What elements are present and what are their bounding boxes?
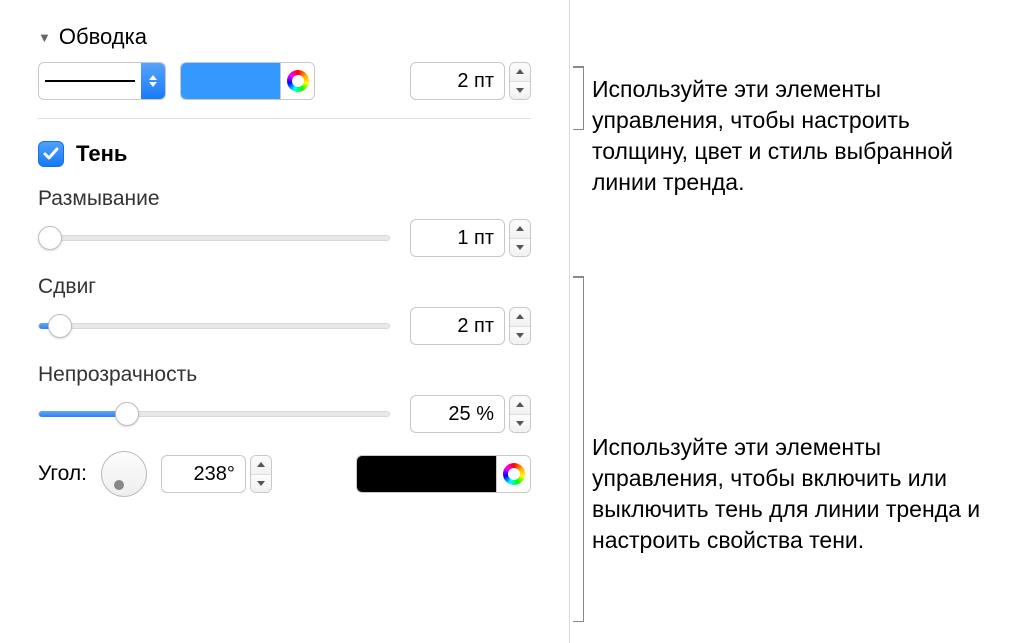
callout-stroke: Используйте эти элементы управления, что… xyxy=(592,74,987,198)
offset-stepper[interactable] xyxy=(509,307,531,345)
blur-slider[interactable] xyxy=(38,235,390,241)
stroke-section-header[interactable]: ▼ Обводка xyxy=(38,24,531,50)
divider xyxy=(38,118,531,119)
disclosure-triangle-icon: ▼ xyxy=(38,30,51,45)
offset-slider[interactable] xyxy=(38,323,390,329)
shadow-title: Тень xyxy=(76,141,127,167)
blur-stepper[interactable] xyxy=(509,219,531,257)
angle-field[interactable] xyxy=(161,455,272,493)
color-picker-button[interactable] xyxy=(280,63,314,99)
opacity-label: Непрозрачность xyxy=(38,363,531,387)
stepper-up-button[interactable] xyxy=(251,456,271,475)
stepper-up-button[interactable] xyxy=(510,220,530,239)
opacity-slider[interactable] xyxy=(38,411,390,417)
stepper-down-button[interactable] xyxy=(251,475,271,493)
angle-stepper[interactable] xyxy=(250,455,272,493)
inspector-panel: ▼ Обводка xyxy=(0,0,570,643)
offset-field[interactable] xyxy=(410,307,531,345)
line-preview-icon xyxy=(39,80,141,82)
stepper-up-button[interactable] xyxy=(510,396,530,415)
offset-label: Сдвиг xyxy=(38,275,531,299)
opacity-field[interactable] xyxy=(410,395,531,433)
shadow-checkbox-row[interactable]: Тень xyxy=(38,141,531,167)
stepper-down-button[interactable] xyxy=(510,239,530,257)
shadow-color-well[interactable] xyxy=(356,455,531,493)
blur-field[interactable] xyxy=(410,219,531,257)
callout-shadow: Используйте эти элементы управления, что… xyxy=(592,432,987,556)
stepper-down-button[interactable] xyxy=(510,415,530,433)
stepper-up-button[interactable] xyxy=(510,63,530,82)
callouts-pane: Используйте эти элементы управления, что… xyxy=(570,0,1009,643)
opacity-input[interactable] xyxy=(410,395,505,433)
slider-thumb[interactable] xyxy=(38,226,62,250)
opacity-stepper[interactable] xyxy=(509,395,531,433)
angle-indicator-icon xyxy=(114,480,124,490)
stroke-color-well[interactable] xyxy=(180,62,315,100)
shadow-checkbox[interactable] xyxy=(38,141,64,167)
angle-input[interactable] xyxy=(161,455,246,493)
dropdown-arrows-icon xyxy=(141,63,165,99)
slider-thumb[interactable] xyxy=(48,314,72,338)
color-wheel-icon xyxy=(503,463,525,485)
angle-dial[interactable] xyxy=(101,451,147,497)
stroke-title: Обводка xyxy=(59,24,147,50)
stroke-width-stepper[interactable] xyxy=(509,62,531,100)
stroke-width-field[interactable] xyxy=(410,62,531,100)
stepper-up-button[interactable] xyxy=(510,308,530,327)
stroke-color-swatch xyxy=(181,63,280,99)
color-picker-button[interactable] xyxy=(496,456,530,492)
offset-input[interactable] xyxy=(410,307,505,345)
shadow-color-swatch xyxy=(357,456,496,492)
slider-thumb[interactable] xyxy=(115,402,139,426)
stroke-width-input[interactable] xyxy=(410,62,505,100)
color-wheel-icon xyxy=(287,70,309,92)
checkmark-icon xyxy=(43,147,59,161)
line-style-dropdown[interactable] xyxy=(38,62,166,100)
angle-label: Угол: xyxy=(38,462,87,486)
blur-label: Размывание xyxy=(38,187,531,211)
blur-input[interactable] xyxy=(410,219,505,257)
stepper-down-button[interactable] xyxy=(510,82,530,100)
stepper-down-button[interactable] xyxy=(510,327,530,345)
